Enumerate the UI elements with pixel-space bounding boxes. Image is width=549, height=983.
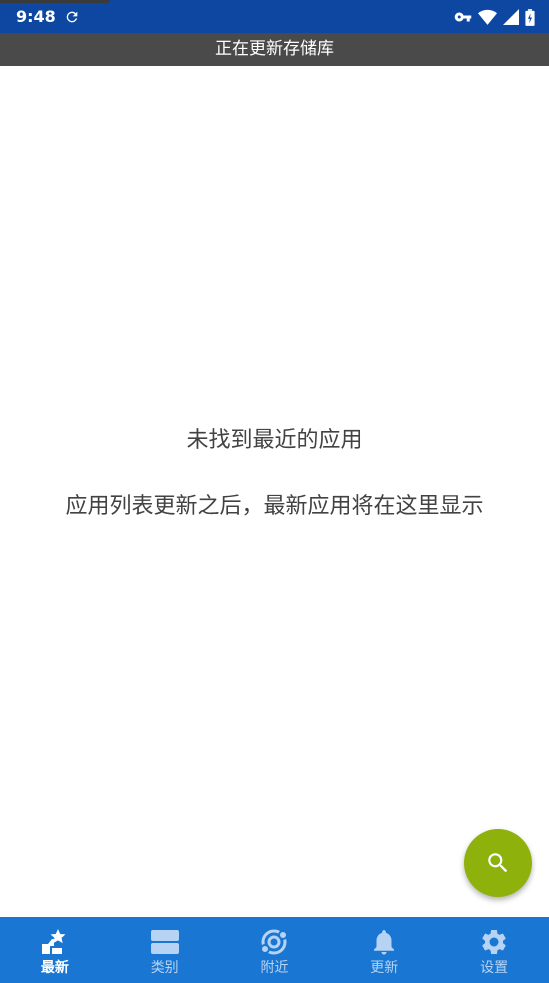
nav-item-updates[interactable]: 更新 [329, 917, 439, 983]
search-icon [488, 853, 508, 873]
bottom-navigation: 最新 类别 附近 更新 设置 [0, 917, 549, 983]
nearby-icon [258, 926, 290, 958]
app-screen: 9:48 正在更新存储库 未找到最近的应用 应用列表更新之后，最新应用将在这里显… [0, 0, 549, 983]
empty-state-description: 应用列表更新之后，最新应用将在这里显示 [65, 494, 484, 519]
wifi-icon [478, 9, 497, 25]
sync-icon [66, 11, 78, 23]
notification-bell-icon [368, 926, 400, 958]
camera-cutout [0, 0, 110, 3]
whats-new-icon [39, 926, 71, 958]
status-icons [454, 8, 535, 26]
status-time: 9:48 [16, 7, 56, 26]
categories-icon [149, 926, 181, 958]
empty-state-title: 未找到最近的应用 [186, 428, 363, 453]
battery-charging-icon [525, 8, 535, 26]
vpn-key-icon [454, 12, 472, 22]
status-bar: 9:48 [0, 0, 549, 33]
nav-item-whats-new[interactable]: 最新 [0, 917, 110, 983]
nav-label-settings: 设置 [480, 960, 509, 976]
nav-item-nearby[interactable]: 附近 [220, 917, 330, 983]
nav-label-categories: 类别 [150, 960, 179, 976]
nav-item-categories[interactable]: 类别 [110, 917, 220, 983]
search-button[interactable] [464, 829, 532, 897]
cell-signal-icon [503, 9, 519, 25]
repo-update-banner: 正在更新存储库 [0, 33, 549, 66]
settings-gear-icon [478, 926, 510, 958]
nav-label-whats-new: 最新 [40, 960, 69, 976]
nav-label-updates: 更新 [370, 960, 399, 976]
nav-item-settings[interactable]: 设置 [439, 917, 549, 983]
nav-label-nearby: 附近 [260, 960, 289, 976]
